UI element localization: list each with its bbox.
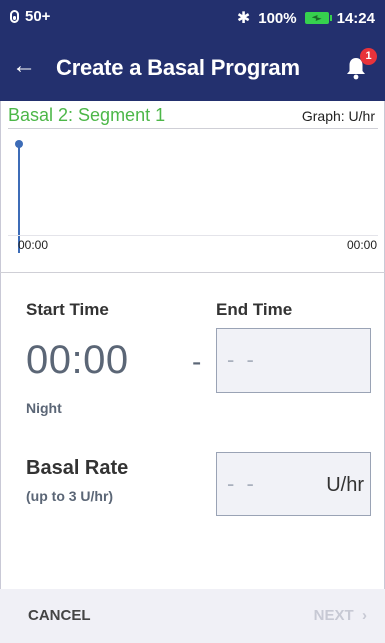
chevron-right-icon: › xyxy=(357,607,367,624)
basal-rate-hint: (up to 3 U/hr) xyxy=(26,488,114,504)
next-label: NEXT xyxy=(313,607,354,624)
basal-rate-label: Basal Rate xyxy=(26,457,129,479)
status-bar: 50+ ✱ 100% 14:24 xyxy=(0,0,385,34)
pod-icon xyxy=(10,10,19,23)
basal-rate-placeholder: - - xyxy=(227,471,257,496)
time-separator: - xyxy=(192,346,202,377)
basal-rate-unit: U/hr xyxy=(326,474,364,496)
start-time-value[interactable]: 00:00 xyxy=(26,338,129,383)
graph-marker-dot xyxy=(15,140,23,148)
notification-badge: 1 xyxy=(360,48,377,65)
bluetooth-icon: ✱ xyxy=(236,10,251,27)
end-time-placeholder: - - xyxy=(227,347,257,372)
graph-x-axis xyxy=(8,235,378,236)
status-time: 14:24 xyxy=(336,9,375,27)
battery-icon xyxy=(304,12,332,24)
end-time-label: End Time xyxy=(216,300,293,319)
end-time-field[interactable]: - - xyxy=(216,328,371,393)
graph-top-divider xyxy=(8,128,378,129)
next-button[interactable]: NEXT › xyxy=(314,607,367,624)
status-left: 50+ xyxy=(10,8,50,25)
battery-percent: 100% xyxy=(258,9,297,27)
footer-bar: CANCEL NEXT › xyxy=(0,589,385,643)
graph-tick-start: 00:00 xyxy=(18,238,49,252)
graph-segment-marker xyxy=(18,143,20,253)
cancel-button[interactable]: CANCEL xyxy=(28,607,91,624)
graph-tick-end: 00:00 xyxy=(346,238,377,252)
start-time-label: Start Time xyxy=(26,300,109,319)
app-header: ← Create a Basal Program 1 xyxy=(0,34,385,101)
page-title: Create a Basal Program xyxy=(56,55,300,80)
segment-title: Basal 2: Segment 1 xyxy=(8,105,166,125)
basal-rate-field[interactable]: - - U/hr xyxy=(216,452,371,516)
back-arrow-icon[interactable]: ← xyxy=(12,54,36,78)
period-label: Night xyxy=(26,400,62,416)
graph-unit-label: Graph: U/hr xyxy=(301,108,375,124)
status-right: ✱ 100% 14:24 xyxy=(237,8,375,28)
graph-bottom-divider xyxy=(0,272,385,273)
pod-indicator: 50+ xyxy=(25,8,51,25)
